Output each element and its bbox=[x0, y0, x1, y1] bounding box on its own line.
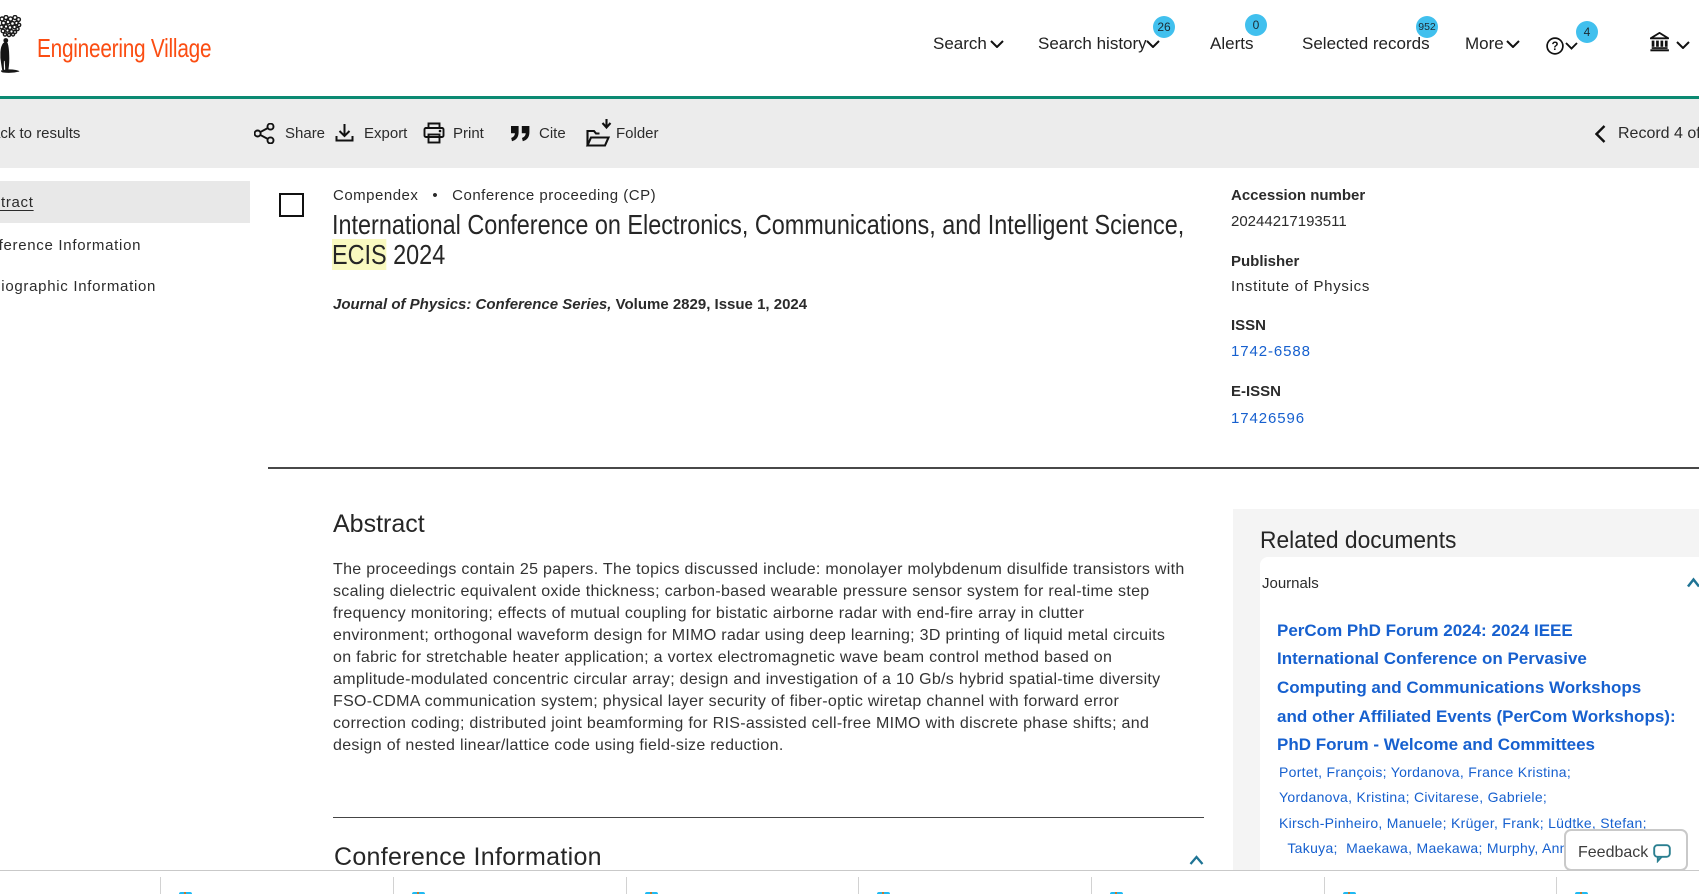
svg-text:?: ? bbox=[1551, 41, 1558, 53]
